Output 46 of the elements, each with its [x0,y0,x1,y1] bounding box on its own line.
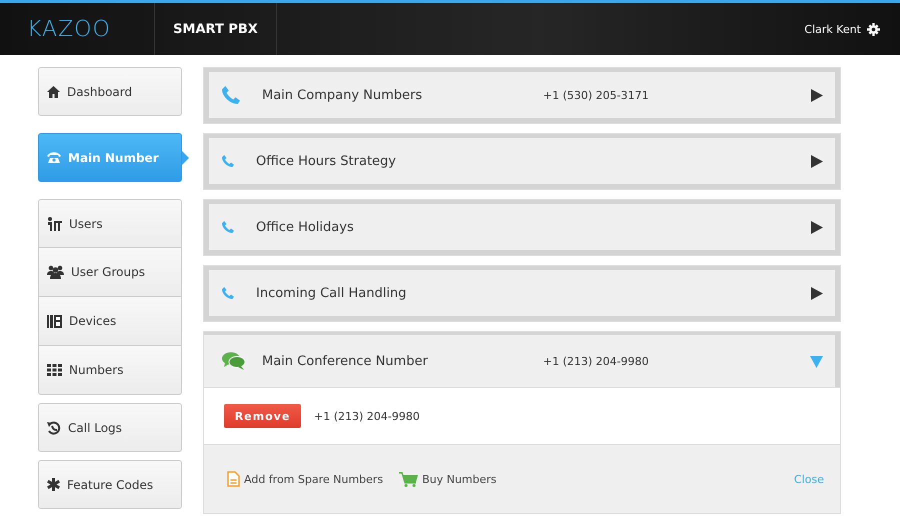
sidebar-item[interactable]: Feature Codes [38,460,182,509]
users-icon [47,265,64,279]
device-icon [47,314,62,328]
phone-number: +1 (213) 204-9980 [314,410,420,422]
action-link[interactable]: Add from Spare Numbers [244,472,384,486]
phone-icon [222,155,234,167]
phone-number: +1 (213) 204-9980 [543,354,650,368]
action-link[interactable]: Buy Numbers [422,472,497,486]
grid-icon [47,364,62,376]
sidebar-item[interactable]: Numbers [38,346,182,395]
sidebar-item[interactable]: Call Logs [38,403,182,452]
cart-icon [399,472,418,486]
asterisk-icon [47,478,60,491]
document-icon [227,471,240,487]
sidebar-item[interactable]: User Groups [38,248,182,297]
panel-title: Office Holidays [256,220,355,234]
phone-icon [222,86,240,104]
settings-icon[interactable] [867,22,880,36]
sidebar-item[interactable]: Dashboard [38,67,182,116]
panel-title: Incoming Call Handling [256,286,408,300]
chat-icon [222,352,245,370]
panel-title: Office Hours Strategy [256,154,397,168]
panel-header[interactable]: Main Company Numbers +1 (530) 205-3171 [204,68,840,123]
panel-title: Main Conference Number [262,354,429,368]
phone-icon [222,221,234,233]
history-icon [47,420,61,434]
sidebar-item[interactable]: Users [38,199,182,248]
panel-header[interactable]: Office Hours Strategy [204,134,840,189]
app-title[interactable]: SMART PBX [155,3,277,55]
panel-header[interactable]: Incoming Call Handling [204,266,840,321]
phone-number: +1 (530) 205-3171 [543,88,650,102]
caret-icon[interactable] [810,286,823,300]
caret-icon[interactable] [810,220,823,234]
panel-title: Main Company Numbers [262,88,424,102]
caret-icon[interactable] [810,88,823,102]
phone-icon [222,287,234,299]
panel-header[interactable]: Office Holidays [204,200,840,255]
remove-button[interactable]: Remove [224,404,301,428]
caret-icon[interactable] [810,154,823,168]
panel-header[interactable]: Main Conference Number +1 (213) 204-9980 [204,332,840,387]
home-icon [47,86,60,98]
logo: KAZOO [0,3,155,55]
sidebar-item[interactable]: Devices [38,297,182,346]
user-icon [47,216,62,230]
user-name[interactable]: Clark Kent [804,22,861,36]
telephone-icon [47,152,61,163]
